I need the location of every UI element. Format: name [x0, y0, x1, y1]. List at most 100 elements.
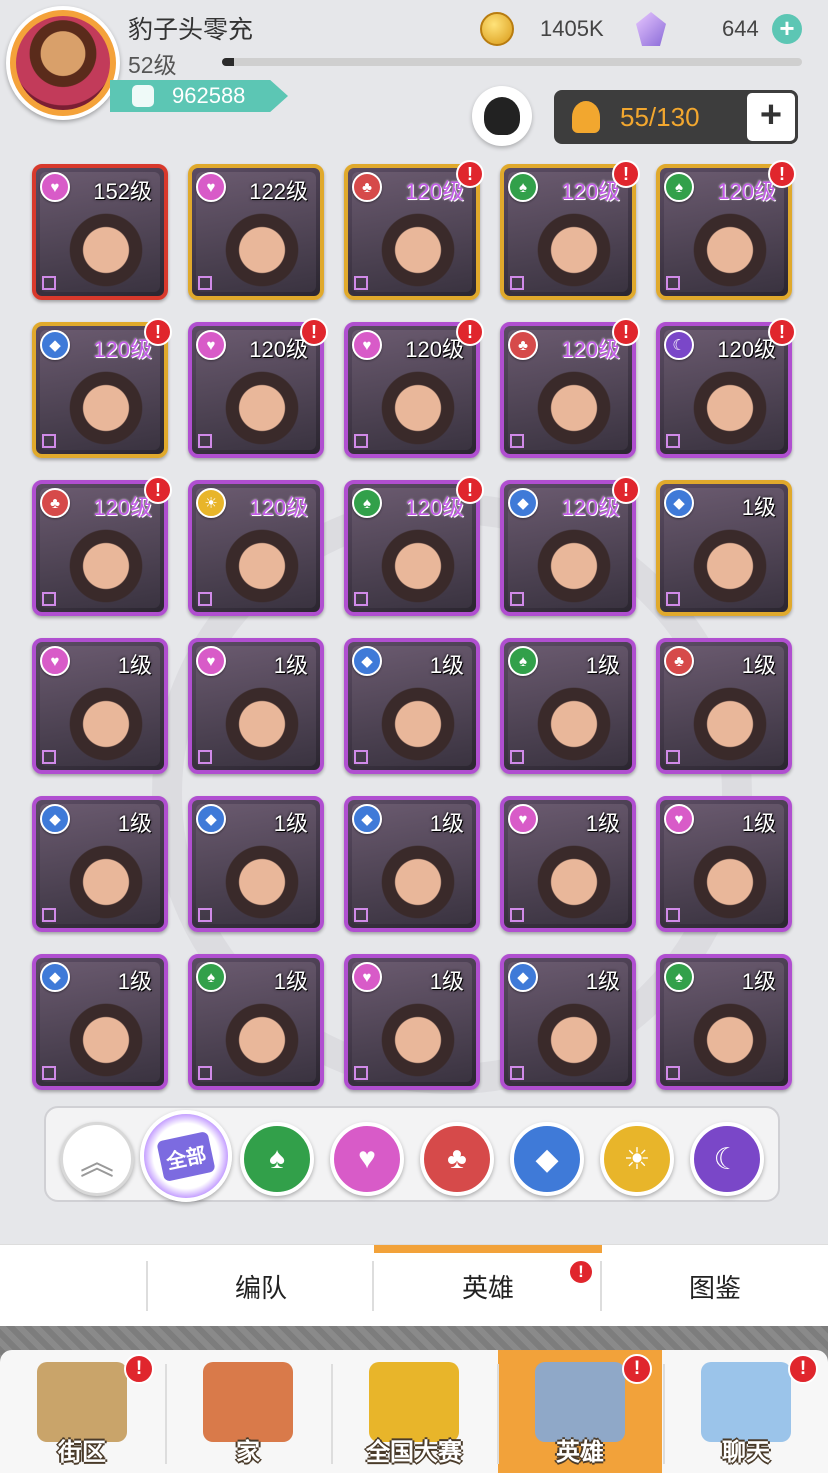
hero-card[interactable]: ♠ 1级: [500, 638, 636, 774]
diamond-faction-icon: ◆: [508, 488, 538, 518]
filter-sun-button[interactable]: ☀: [600, 1122, 674, 1196]
rank-marker-icon: [198, 276, 212, 290]
bottom-navigation: 街区! 家 全国大赛 英雄! 聊天!: [0, 1326, 828, 1473]
filter-club-button[interactable]: ♣: [420, 1122, 494, 1196]
hero-level: 120级: [405, 495, 464, 520]
subtab-3[interactable]: 图鉴: [602, 1245, 828, 1327]
player-header: 豹子头零充 52级 962588 1405K 644 + 55/130 +: [0, 0, 828, 160]
hero-card[interactable]: ♥ 1级: [32, 638, 168, 774]
hero-card[interactable]: ♥ 120级!: [188, 318, 328, 458]
filter-moon-button[interactable]: ☾: [690, 1122, 764, 1196]
rank-marker-icon: [42, 1066, 56, 1080]
diamond-faction-icon: ◆: [40, 330, 70, 360]
hero-card[interactable]: ♣ 120级!: [32, 476, 172, 616]
rank-marker-icon: [510, 908, 524, 922]
filter-all-label: 全部: [156, 1130, 216, 1182]
hero-card[interactable]: ☀ 120级: [188, 480, 324, 616]
chat-bubble-icon: [701, 1362, 791, 1442]
hero-card[interactable]: ♠ 120级!: [344, 476, 484, 616]
collapse-chevron-icon[interactable]: ︽: [60, 1122, 134, 1196]
heart-faction-icon: ♥: [352, 330, 382, 360]
alert-badge: !: [612, 476, 640, 504]
filter-spade-button[interactable]: ♠: [240, 1122, 314, 1196]
hero-card[interactable]: ◆ 1级: [344, 638, 480, 774]
hero-card[interactable]: ♣ 1级: [656, 638, 792, 774]
hero-card[interactable]: ♠ 1级: [656, 954, 792, 1090]
spade-faction-icon: ♠: [352, 488, 382, 518]
rank-marker-icon: [354, 908, 368, 922]
nav-divider: [331, 1364, 333, 1464]
hero-card[interactable]: ◆ 120级!: [32, 318, 172, 458]
rank-marker-icon: [198, 434, 212, 448]
rank-marker-icon: [510, 1066, 524, 1080]
hero-card[interactable]: ♥ 152级: [32, 164, 168, 300]
filter-heart-button[interactable]: ♥: [330, 1122, 404, 1196]
nav-hero-cards[interactable]: 英雄!: [498, 1350, 662, 1473]
hero-card[interactable]: ♣ 120级!: [344, 160, 484, 300]
nav-chat-bubble[interactable]: 聊天!: [664, 1350, 828, 1473]
hero-card[interactable]: ◆ 1级: [188, 796, 324, 932]
hero-card[interactable]: ♥ 1级: [500, 796, 636, 932]
nav-trophy[interactable]: 全国大赛: [332, 1350, 496, 1473]
rank-marker-icon: [354, 276, 368, 290]
gem-icon: [636, 12, 666, 46]
hero-slots-counter: 55/130 +: [554, 90, 798, 144]
hero-card[interactable]: ◆ 1级: [32, 796, 168, 932]
hero-slots-count: 55/130: [620, 101, 700, 132]
hero-card[interactable]: ♥ 122级: [188, 164, 324, 300]
expand-slots-button[interactable]: +: [744, 90, 798, 144]
hero-level: 1级: [117, 969, 152, 994]
nav-signpost[interactable]: 街区!: [0, 1350, 164, 1473]
hero-level: 120级: [717, 179, 776, 204]
hero-card[interactable]: ♣ 120级!: [500, 318, 640, 458]
diamond-faction-icon: ◆: [40, 962, 70, 992]
avatar-portrait: [16, 16, 110, 110]
nav-house[interactable]: 家: [166, 1350, 330, 1473]
hero-card[interactable]: ♥ 120级!: [344, 318, 484, 458]
filter-all-button[interactable]: 全部: [140, 1110, 232, 1202]
rank-marker-icon: [666, 1066, 680, 1080]
hero-card[interactable]: ☾ 120级!: [656, 318, 796, 458]
alert-badge: !: [622, 1354, 652, 1384]
nav-label: 家: [236, 1439, 260, 1466]
hero-card[interactable]: ♠ 1级: [188, 954, 324, 1090]
rank-marker-icon: [42, 908, 56, 922]
hero-cards-icon: [535, 1362, 625, 1442]
hero-level: 120级: [405, 179, 464, 204]
hero-card[interactable]: ◆ 120级!: [500, 476, 640, 616]
add-gem-button[interactable]: +: [772, 14, 802, 44]
hero-card[interactable]: ♥ 1级: [344, 954, 480, 1090]
hero-card[interactable]: ♥ 1级: [188, 638, 324, 774]
hero-card[interactable]: ◆ 1级: [656, 480, 792, 616]
player-avatar[interactable]: [6, 6, 120, 120]
hero-grid: ♥ 152级 ♥ 122级 ♣ 120级! ♠ 120级! ♠ 120级! ◆ 120级! ♥ 120级!…: [32, 160, 796, 1094]
hero-card[interactable]: ◆ 1级: [32, 954, 168, 1090]
heart-faction-icon: ♥: [196, 330, 226, 360]
club-faction-icon: ♣: [40, 488, 70, 518]
rank-marker-icon: [354, 1066, 368, 1080]
hero-card[interactable]: ♥ 1级: [656, 796, 792, 932]
hero-level: 1级: [585, 969, 620, 994]
faction-filter-bar: ︽ 全部 ♠ ♥ ♣ ◆ ☀ ☾: [44, 1106, 780, 1202]
nav-divider: [165, 1364, 167, 1464]
rank-marker-icon: [510, 434, 524, 448]
formation-helmet-button[interactable]: [472, 86, 532, 146]
filter-diamond-button[interactable]: ◆: [510, 1122, 584, 1196]
hero-level: 1级: [117, 653, 152, 678]
rank-marker-icon: [510, 750, 524, 764]
hero-card[interactable]: ◆ 1级: [344, 796, 480, 932]
hero-card[interactable]: ♠ 120级!: [500, 160, 640, 300]
hero-level: 152级: [93, 179, 152, 204]
person-icon: [572, 101, 600, 133]
rank-marker-icon: [354, 750, 368, 764]
hero-level: 1级: [429, 653, 464, 678]
diamond-faction-icon: ◆: [664, 488, 694, 518]
nav-divider: [497, 1364, 499, 1464]
alert-badge: !: [612, 318, 640, 346]
subtab-1[interactable]: 编队: [148, 1245, 374, 1327]
hero-card[interactable]: ♠ 120级!: [656, 160, 796, 300]
diamond-faction-icon: ◆: [40, 804, 70, 834]
signpost-icon: [37, 1362, 127, 1442]
subtab-2[interactable]: 英雄!: [374, 1245, 602, 1327]
hero-card[interactable]: ◆ 1级: [500, 954, 636, 1090]
